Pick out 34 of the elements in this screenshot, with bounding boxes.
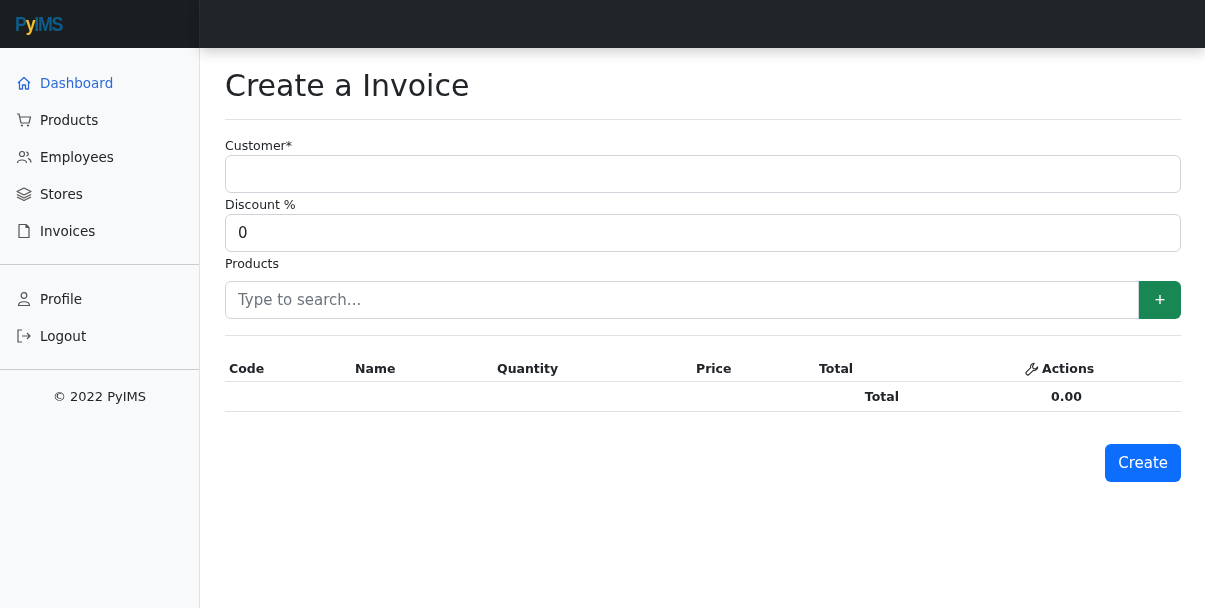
total-label: Total bbox=[863, 389, 899, 404]
column-header: Code bbox=[229, 361, 266, 376]
column-header: Name bbox=[355, 361, 397, 376]
sidebar-item[interactable]: Dashboard bbox=[0, 64, 199, 101]
field-label: Discount % bbox=[225, 197, 297, 212]
column-header: Price bbox=[696, 361, 733, 376]
input-field[interactable]: 0 bbox=[225, 214, 1181, 252]
sidebar-item[interactable]: Logout bbox=[0, 317, 199, 354]
layers-icon bbox=[16, 185, 32, 202]
total-value: 0.00 bbox=[1050, 389, 1083, 404]
cart-icon bbox=[16, 111, 32, 128]
column-header: Actions bbox=[1042, 361, 1095, 376]
house-icon bbox=[16, 74, 32, 91]
field-label: Customer* bbox=[225, 138, 293, 153]
field-label: Products bbox=[225, 256, 280, 271]
column-header: Quantity bbox=[497, 361, 560, 376]
exit-arrow-icon bbox=[16, 327, 32, 344]
page-title: Create a Invoice bbox=[225, 68, 471, 103]
document-icon bbox=[16, 222, 32, 239]
sidebar-item[interactable]: Employees bbox=[0, 138, 199, 175]
wrench-icon bbox=[1025, 361, 1039, 376]
input-field[interactable] bbox=[225, 155, 1181, 193]
search-field[interactable]: Type to search... bbox=[225, 281, 1139, 319]
copyright-text: © 2022 PyIMS bbox=[51, 388, 148, 404]
column-header: Total bbox=[819, 361, 855, 376]
people-icon bbox=[16, 148, 32, 165]
sidebar-item[interactable]: Products bbox=[0, 101, 199, 138]
sidebar-item[interactable]: Profile bbox=[0, 280, 199, 317]
add-button[interactable]: + bbox=[1139, 281, 1181, 319]
person-icon bbox=[16, 290, 32, 307]
sidebar-item[interactable]: Invoices bbox=[0, 212, 199, 249]
create-button[interactable]: Create bbox=[1105, 444, 1181, 482]
sidebar-item[interactable]: Stores bbox=[0, 175, 199, 212]
logo[interactable]: PyIMS bbox=[15, 12, 63, 36]
